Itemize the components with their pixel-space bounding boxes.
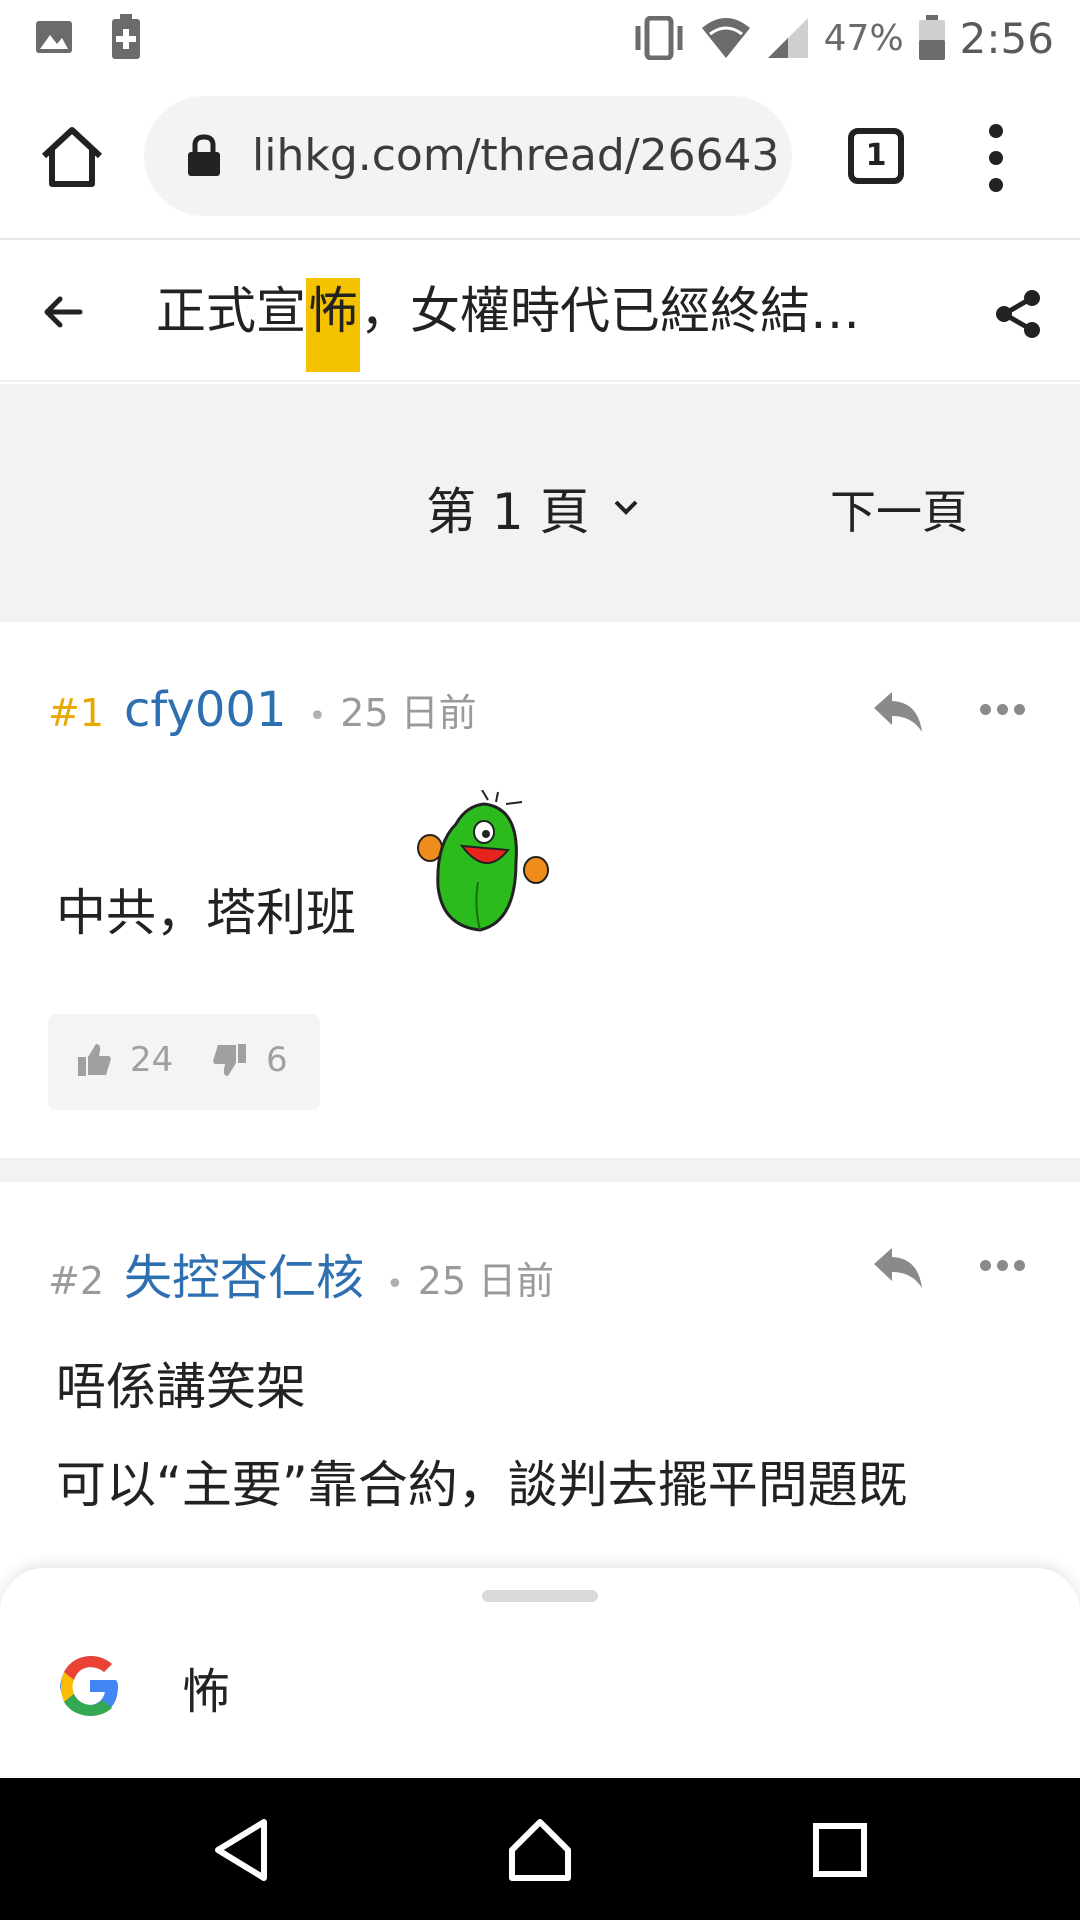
battery-saver-icon (112, 14, 140, 59)
thumbs-down-icon (213, 1044, 246, 1076)
floor-number: #1 (48, 691, 105, 735)
author-name[interactable]: 失控杏仁核 (124, 1238, 364, 1308)
page-selector[interactable]: 第 1 頁 (426, 472, 640, 544)
lock-icon (188, 134, 220, 176)
reply-icon[interactable] (870, 688, 926, 736)
dislike-button[interactable]: 6 (212, 1040, 288, 1080)
post-time: 25 日前 (417, 1259, 555, 1303)
title-part: 正式宣 (156, 282, 306, 340)
thread-header: 正式宣怖，女權時代已經終結… (0, 240, 1080, 382)
vote-box: 24 6 (48, 1014, 320, 1110)
like-button[interactable]: 24 (76, 1040, 173, 1080)
vibrate-icon (635, 16, 683, 60)
back-triangle-icon[interactable] (206, 1814, 278, 1886)
browser-toolbar: lihkg.com/thread/26643 1 (0, 76, 1080, 240)
clock: 2:56 (959, 13, 1054, 63)
search-query: 怖 (182, 1664, 231, 1720)
more-options-icon[interactable] (980, 702, 1026, 718)
status-bar: 47% 2:56 (0, 0, 1080, 76)
drag-handle[interactable] (482, 1590, 598, 1602)
google-logo-icon (60, 1656, 118, 1716)
home-icon[interactable] (38, 122, 106, 190)
like-count: 24 (130, 1040, 174, 1080)
thread-title: 正式宣怖，女權時代已經終結… (156, 278, 876, 372)
post-time: 25 日前 (340, 691, 477, 735)
recents-square-icon[interactable] (804, 1814, 876, 1886)
search-highlight: 怖 (306, 278, 360, 372)
dislike-count: 6 (266, 1040, 288, 1080)
post-text: 中共，塔利班 (56, 884, 356, 942)
thumbs-up-icon (78, 1044, 111, 1076)
post-1: #1 cfy001 • 25 日前 中共，塔利班 24 6 (0, 624, 1080, 1158)
battery-percent: 47% (823, 17, 904, 59)
tab-switcher-button[interactable]: 1 (848, 128, 904, 184)
signal-icon (767, 18, 808, 58)
back-arrow-icon[interactable] (40, 288, 88, 336)
share-icon[interactable] (990, 286, 1046, 342)
separator-dot: • (386, 1267, 404, 1302)
post-divider (0, 1158, 1080, 1182)
address-bar[interactable]: lihkg.com/thread/26643 (144, 96, 792, 216)
author-name[interactable]: cfy001 (124, 682, 286, 738)
page-label: 第 1 頁 (426, 483, 590, 541)
battery-icon (918, 15, 945, 60)
green-pear-sticker (417, 790, 549, 932)
title-part: ，女權時代已經終結… (360, 282, 860, 340)
reply-icon[interactable] (870, 1244, 926, 1292)
home-circle-icon[interactable] (504, 1814, 576, 1886)
url-text: lihkg.com/thread/26643 (252, 130, 776, 181)
overflow-menu-icon[interactable] (980, 124, 1012, 194)
post-body: 唔係講笑架 可以“主要”靠合約，談判去擺平問題既 (56, 1338, 908, 1534)
image-icon (36, 21, 72, 53)
pagination-bar: 第 1 頁 下一頁 (0, 384, 1080, 622)
floor-number: #2 (48, 1259, 105, 1303)
post-text-line: 唔係講笑架 (56, 1358, 306, 1416)
more-options-icon[interactable] (980, 1258, 1026, 1274)
system-navigation-bar (0, 1778, 1080, 1920)
post-text-line: 可以“主要”靠合約，談判去擺平問題既 (56, 1456, 908, 1514)
post-body: 中共，塔利班 (56, 864, 356, 962)
separator-dot: • (308, 699, 327, 734)
next-page-button[interactable]: 下一頁 (830, 476, 968, 542)
search-bottom-sheet[interactable]: 怖 (0, 1568, 1080, 1778)
chevron-down-icon (614, 500, 638, 515)
post-2: #2 失控杏仁核 • 25 日前 唔係講笑架 可以“主要”靠合約，談判去擺平問題… (0, 1182, 1080, 1582)
wifi-icon (701, 18, 750, 58)
